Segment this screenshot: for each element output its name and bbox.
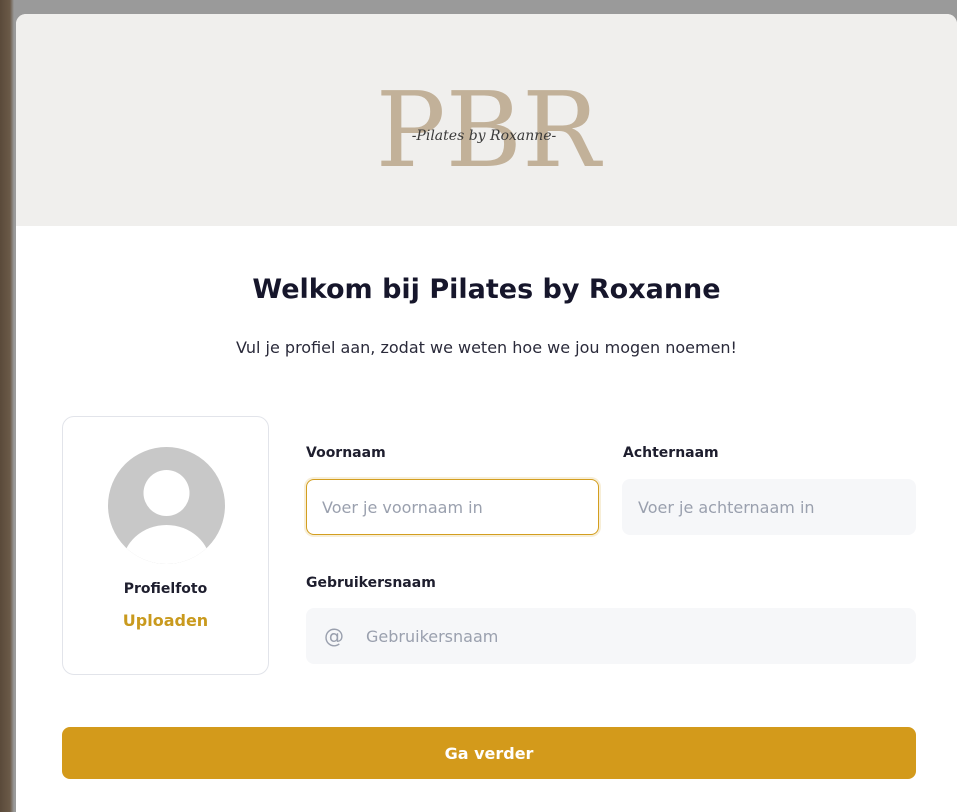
continue-button[interactable]: Ga verder bbox=[62, 727, 916, 779]
last-name-label: Achternaam bbox=[623, 445, 719, 461]
profile-form-section: Welkom bij Pilates by Roxanne Vul je pro… bbox=[16, 226, 957, 812]
logo-banner: PBR -Pilates by Roxanne- bbox=[16, 14, 957, 226]
at-sign-icon: @ bbox=[324, 624, 344, 648]
username-input[interactable] bbox=[306, 608, 916, 664]
brand-logo: PBR -Pilates by Roxanne- bbox=[368, 74, 608, 184]
avatar-placeholder-icon[interactable] bbox=[108, 447, 225, 564]
logo-script: -Pilates by Roxanne- bbox=[412, 128, 557, 144]
page-title: Welkom bij Pilates by Roxanne bbox=[252, 274, 721, 305]
first-name-label: Voornaam bbox=[306, 445, 386, 461]
profile-photo-label: Profielfoto bbox=[123, 581, 208, 597]
page-subtitle: Vul je profiel aan, zodat we weten hoe w… bbox=[236, 338, 737, 357]
upload-photo-link[interactable]: Uploaden bbox=[63, 611, 268, 630]
onboarding-modal: PBR -Pilates by Roxanne- Welkom bij Pila… bbox=[16, 14, 957, 812]
username-label: Gebruikersnaam bbox=[306, 575, 436, 591]
last-name-input[interactable] bbox=[622, 479, 916, 535]
profile-photo-card: Profielfoto Uploaden bbox=[62, 416, 269, 675]
first-name-input[interactable] bbox=[306, 479, 599, 535]
